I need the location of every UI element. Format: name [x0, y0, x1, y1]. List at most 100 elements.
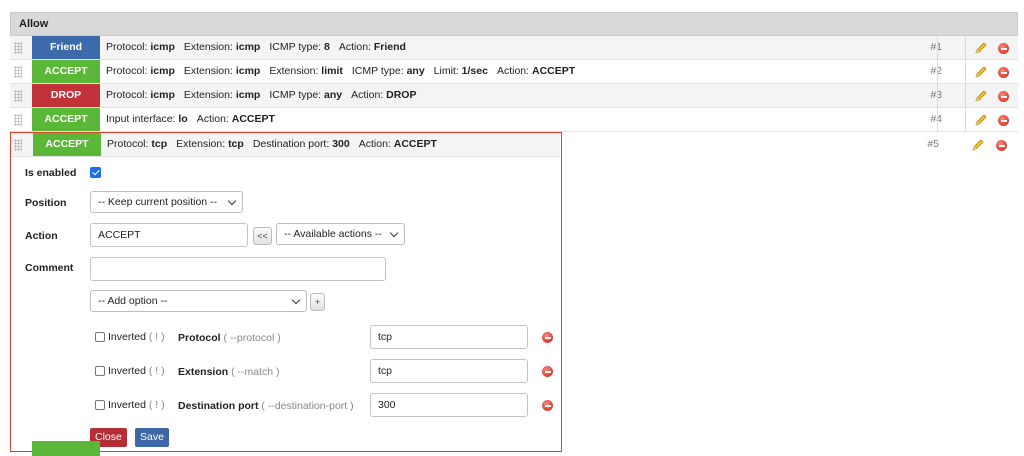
rule-field-value: Friend: [373, 41, 406, 53]
rule-description: Protocol: tcp Extension: tcp Destination p…: [107, 133, 437, 156]
delete-icon[interactable]: [996, 140, 1007, 151]
rule-field-label: Action:: [358, 138, 394, 150]
rule-action-badge[interactable]: ACCEPT: [32, 60, 100, 83]
option-value-input[interactable]: tcp: [370, 359, 528, 383]
rule-field-label: Destination port:: [252, 138, 333, 150]
position-select[interactable]: -- Keep current position --: [90, 191, 243, 213]
rule-number: #4: [922, 108, 942, 131]
available-actions-select[interactable]: -- Available actions --: [276, 223, 405, 245]
drag-handle-icon[interactable]: [14, 114, 22, 126]
rule-description: Input interface: lo Action: ACCEPT: [106, 108, 275, 131]
option-name-text: Protocol: [178, 332, 221, 344]
inverted-checkbox[interactable]: [95, 332, 105, 342]
rule-row-editing: ACCEPT Protocol: tcp Extension: tcp Destin…: [11, 133, 1007, 157]
rule-field-value: ACCEPT: [531, 65, 576, 77]
column-divider: [937, 36, 938, 132]
rule-field-label: Extension:: [183, 89, 236, 101]
option-row: Inverted ( ! ) Destination port ( --desti…: [11, 391, 561, 419]
rule-field-label: Action:: [496, 65, 532, 77]
add-option-select[interactable]: -- Add option --: [90, 290, 307, 312]
rule-number: #5: [927, 138, 939, 150]
rule-field-value: 1/sec: [461, 65, 488, 77]
option-flag: ( --protocol ): [223, 332, 281, 344]
rule-field-value: limit: [321, 65, 343, 77]
pencil-icon[interactable]: [974, 113, 988, 127]
pencil-icon[interactable]: [971, 138, 985, 152]
add-option-button[interactable]: +: [310, 293, 325, 311]
option-name-text: Destination port: [178, 400, 259, 412]
rule-field-value: any: [406, 65, 425, 77]
rule-action-badge[interactable]: DROP: [32, 84, 100, 107]
rule-field-value: tcp: [151, 138, 168, 150]
rule-field-label: Extension:: [176, 138, 229, 150]
chevron-down-icon: [291, 295, 301, 305]
inverted-label: Inverted ( ! ): [108, 365, 165, 377]
pencil-icon[interactable]: [974, 89, 988, 103]
rule-field-value: DROP: [386, 89, 417, 101]
drag-handle-icon[interactable]: [14, 66, 22, 78]
rule-edit-panel: ACCEPT Protocol: tcp Extension: tcp Destin…: [10, 132, 1007, 452]
pencil-icon[interactable]: [974, 41, 988, 55]
rule-row: Friend Protocol: icmp Extension: icmp ICMP …: [10, 36, 1018, 60]
action-label: Action: [25, 230, 58, 242]
rule-field-label: Extension:: [269, 65, 322, 77]
inverted-hint: ( ! ): [148, 399, 165, 411]
rule-field-label: ICMP type:: [269, 89, 325, 101]
inverted-text: Inverted: [108, 331, 146, 343]
rule-field-value: ACCEPT: [393, 138, 437, 150]
delete-icon[interactable]: [998, 67, 1009, 78]
inverted-label: Inverted ( ! ): [108, 399, 165, 411]
rule-field-value: ACCEPT: [231, 113, 275, 125]
rule-field-value: icmp: [150, 65, 175, 77]
remove-option-icon[interactable]: [542, 332, 553, 343]
option-value-input[interactable]: 300: [370, 393, 528, 417]
rule-action-badge[interactable]: ACCEPT: [32, 108, 100, 131]
rule-field-label: ICMP type:: [351, 65, 407, 77]
available-actions-value: -- Available actions --: [284, 228, 382, 240]
rule-list: Friend Protocol: icmp Extension: icmp ICMP …: [10, 36, 1018, 132]
remove-option-icon[interactable]: [542, 366, 553, 377]
rule-row: DROP Protocol: icmp Extension: icmp ICMP ty…: [10, 84, 1018, 108]
action-input[interactable]: ACCEPT: [90, 223, 248, 247]
is-enabled-label: Is enabled: [25, 167, 77, 179]
rule-action-badge[interactable]: ACCEPT: [33, 133, 101, 156]
drag-handle-icon[interactable]: [14, 42, 22, 54]
save-button[interactable]: Save: [135, 428, 169, 447]
rule-field-value: icmp: [150, 41, 175, 53]
rule-field-label: Protocol:: [106, 65, 151, 77]
rule-field-value: 300: [332, 138, 350, 150]
rule-field-value: 8: [324, 41, 330, 53]
inverted-checkbox[interactable]: [95, 366, 105, 376]
rule-field-value: icmp: [235, 89, 261, 101]
drag-handle-icon[interactable]: [14, 139, 22, 151]
delete-icon[interactable]: [998, 91, 1009, 102]
section-header: Allow: [10, 12, 1018, 36]
option-value-input[interactable]: tcp: [370, 325, 528, 349]
rule-field-label: Action:: [351, 89, 387, 101]
inverted-checkbox[interactable]: [95, 400, 105, 410]
remove-option-icon[interactable]: [542, 400, 553, 411]
copy-action-button[interactable]: <<: [253, 227, 272, 245]
rule-number: #2: [922, 60, 942, 83]
comment-input[interactable]: [90, 257, 386, 281]
comment-label: Comment: [25, 262, 74, 274]
delete-icon[interactable]: [998, 43, 1009, 54]
delete-icon[interactable]: [998, 115, 1009, 126]
rule-description: Protocol: icmp Extension: icmp ICMP type: …: [106, 36, 406, 59]
rule-description: Protocol: icmp Extension: icmp ICMP type: …: [106, 84, 416, 107]
inverted-hint: ( ! ): [148, 331, 165, 343]
rule-field-value: icmp: [235, 41, 261, 53]
drag-handle-icon[interactable]: [14, 90, 22, 102]
rule-description: Protocol: icmp Extension: icmp Extension: …: [106, 60, 575, 83]
option-flag: ( --destination-port ): [261, 400, 354, 412]
inverted-hint: ( ! ): [148, 365, 165, 377]
pencil-icon[interactable]: [974, 65, 988, 79]
rule-action-badge[interactable]: Friend: [32, 36, 100, 59]
option-name-text: Extension: [178, 366, 229, 378]
is-enabled-checkbox[interactable]: [90, 167, 101, 178]
chevron-down-icon: [389, 228, 399, 238]
rule-field-label: Limit:: [433, 65, 462, 77]
option-row: Inverted ( ! ) Protocol ( --protocol ) tcp: [11, 323, 561, 351]
add-option-value: -- Add option --: [98, 295, 168, 307]
rule-field-label: Extension:: [183, 41, 236, 53]
